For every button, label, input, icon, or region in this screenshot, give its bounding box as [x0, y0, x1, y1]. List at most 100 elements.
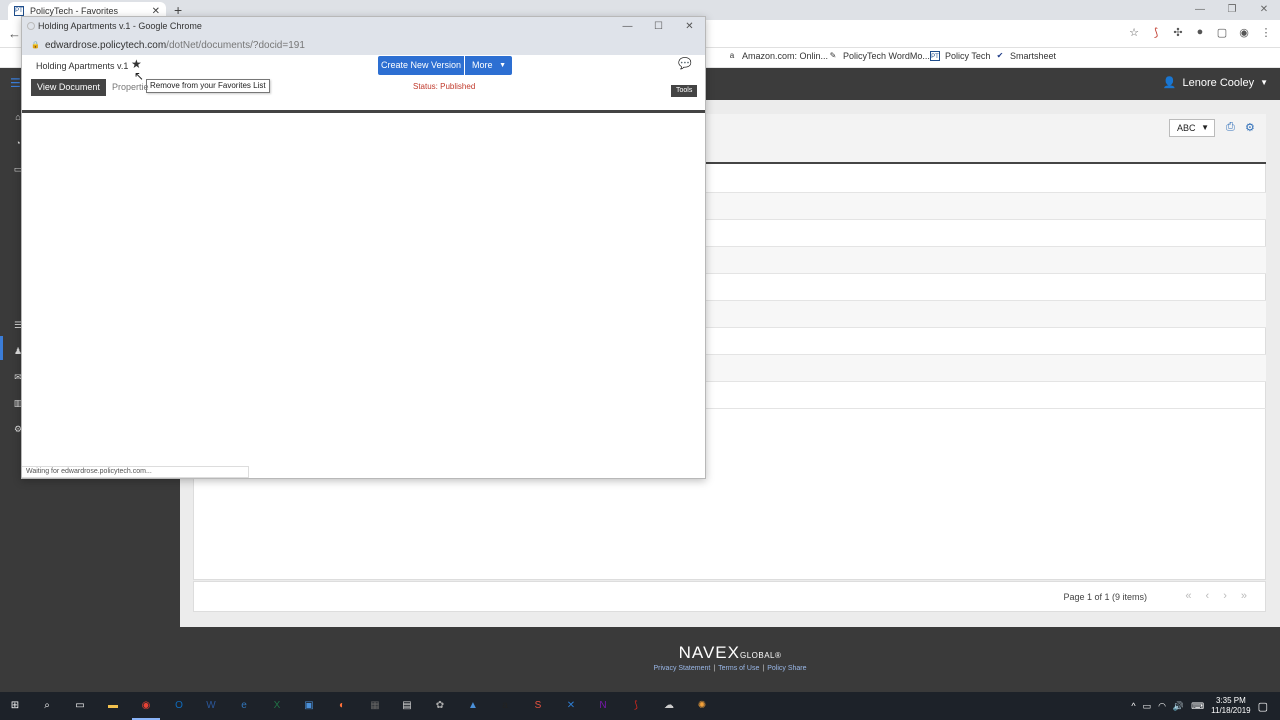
popup-address-bar[interactable]: 🔒 edwardrose.policytech.com/dotNet/docum… — [22, 37, 705, 55]
popup-titlebar: Holding Apartments v.1 - Google Chrome —… — [22, 17, 705, 37]
bookmark-label: Amazon.com: Onlin... — [742, 51, 829, 61]
outlook-icon[interactable]: O — [171, 698, 187, 714]
chrome-icon[interactable]: ◉ — [138, 698, 154, 714]
tab-title: PolicyTech - Favorites — [30, 6, 119, 16]
search-icon[interactable]: ⌕ — [39, 698, 55, 714]
toolbar-extensions: ☆ ⟆ ✣ ● ▢ ◉ ⋮ — [1128, 26, 1272, 39]
terms-of-use-link[interactable]: Terms of Use — [718, 665, 759, 672]
file-explorer-icon[interactable]: ▬ — [105, 698, 121, 714]
bookmark-policy-tech[interactable]: PT Policy Tech — [930, 51, 990, 61]
bookmark-label: PolicyTech WordMo... — [843, 51, 930, 61]
chevron-up-icon[interactable]: ^ — [1131, 701, 1135, 711]
close-window-icon[interactable]: ✕ — [674, 17, 705, 37]
network-icon[interactable]: ▭ — [1143, 701, 1152, 712]
extension-icon[interactable]: ✣ — [1172, 26, 1184, 39]
lock-icon: 🔒 — [31, 42, 40, 49]
smartsheet-icon: ✔ — [996, 51, 1004, 60]
clock-time: 3:35 PM — [1215, 696, 1246, 705]
back-arrow-icon[interactable]: ← — [8, 26, 21, 41]
user-icon: 👤 — [1162, 77, 1177, 89]
policytech-extension-icon[interactable]: ▢ — [1216, 26, 1228, 39]
amazon-icon: a — [729, 51, 735, 60]
user-menu[interactable]: 👤 Lenore Cooley ▼ — [1162, 76, 1268, 90]
profile-icon[interactable]: ◉ — [1238, 26, 1250, 39]
uploader-icon[interactable]: ▲ — [465, 698, 481, 714]
chevron-down-icon: ▼ — [1260, 78, 1268, 87]
wordmo-icon: ✎ — [829, 51, 837, 60]
tab-view-document[interactable]: View Document — [31, 79, 106, 96]
x-app-icon[interactable]: ✕ — [563, 698, 579, 714]
sort-select-value: ABC — [1177, 123, 1196, 133]
excel-icon[interactable]: X — [269, 698, 285, 714]
sun-app-icon[interactable]: ✺ — [694, 698, 710, 714]
nav-active-marker — [0, 336, 3, 360]
policytech-favicon-icon: PT — [14, 6, 24, 16]
cloud-icon[interactable]: ☁ — [661, 698, 677, 714]
word-icon[interactable]: W — [203, 698, 219, 714]
first-page-button[interactable]: « — [1185, 590, 1191, 602]
bookmark-smartsheet[interactable]: ✔ Smartsheet — [995, 51, 1056, 61]
maximize-icon[interactable]: ☐ — [643, 17, 674, 37]
firefox-icon[interactable]: ◐ — [334, 698, 350, 714]
notifications-icon[interactable]: ▢ — [1258, 700, 1268, 713]
policytech-icon: PT — [930, 51, 940, 61]
pager-text: Page 1 of 1 (9 items) — [1063, 592, 1147, 602]
minimize-icon[interactable]: — — [1184, 0, 1216, 20]
tools-button[interactable]: Tools — [671, 85, 698, 97]
print-icon[interactable]: ⎙ — [1226, 121, 1235, 134]
create-new-version-button[interactable]: Create New Version — [378, 56, 464, 75]
restore-icon[interactable]: ❐ — [1216, 0, 1248, 20]
tab-properties[interactable]: Propertie — [107, 79, 154, 96]
policy-share-link[interactable]: Policy Share — [767, 665, 806, 672]
browser-menu-icon[interactable]: ⋮ — [1260, 26, 1272, 39]
pager-buttons: « ‹ › » — [1185, 590, 1247, 602]
remote-icon[interactable]: ▣ — [301, 698, 317, 714]
privacy-statement-link[interactable]: Privacy Statement — [654, 665, 711, 672]
notepad-icon[interactable]: ▤ — [399, 698, 415, 714]
window-controls: — ❐ ✕ — [1184, 0, 1280, 20]
bookmark-policytech-wordmo[interactable]: ✎ PolicyTech WordMo... — [828, 51, 930, 61]
logo-mark: ® — [774, 651, 782, 660]
document-title: Holding Apartments v.1 — [36, 61, 129, 71]
volume-icon[interactable]: 🔊 — [1173, 701, 1184, 712]
wifi-icon[interactable]: ◠ — [1158, 701, 1166, 712]
close-window-icon[interactable]: ✕ — [1248, 0, 1280, 20]
popup-status-bar: Waiting for edwardrose.policytech.com... — [22, 466, 249, 478]
amazon-icon[interactable]: a — [497, 698, 513, 714]
acrobat-icon[interactable]: ⟆ — [628, 698, 644, 714]
sort-select[interactable]: ABC ▼ — [1169, 119, 1215, 137]
url-host: edwardrose.policytech.com — [45, 40, 167, 51]
navex-logo: NAVEXGLOBAL® — [180, 643, 1280, 663]
tab-close-icon[interactable]: ✕ — [152, 6, 160, 17]
snagit-icon[interactable]: S — [530, 698, 546, 714]
edge-icon[interactable]: e — [236, 698, 252, 714]
next-page-button[interactable]: › — [1223, 590, 1227, 602]
last-page-button[interactable]: » — [1241, 590, 1247, 602]
bookmark-star-icon[interactable]: ☆ — [1128, 26, 1140, 39]
tools-icon[interactable]: ✿ — [432, 698, 448, 714]
chevron-down-icon: ▼ — [1201, 123, 1209, 132]
logo-main: NAVEX — [678, 643, 740, 662]
bookmark-amazon[interactable]: a Amazon.com: Onlin... — [727, 51, 828, 61]
task-view-icon[interactable]: ▭ — [72, 698, 88, 714]
hamburger-menu-icon[interactable]: ☰ — [10, 76, 21, 90]
bookmark-label: Smartsheet — [1010, 51, 1057, 61]
calculator-icon[interactable]: ▦ — [367, 698, 383, 714]
prev-page-button[interactable]: ‹ — [1206, 590, 1210, 602]
onenote-icon[interactable]: N — [595, 698, 611, 714]
more-button[interactable]: More ▼ — [465, 56, 512, 75]
windows-taskbar: ^ ▭ ◠ 🔊 ⌨ 3:35 PM 11/18/2019 ▢ ⊞ ⌕ ▭ ▬ ◉ O We X… — [0, 692, 1280, 720]
document-header: Holding Apartments v.1 ★ ↖ Remove from y… — [22, 55, 705, 113]
settings-gear-icon[interactable]: ⚙ — [1245, 121, 1255, 134]
popup-url: edwardrose.policytech.com/dotNet/documen… — [45, 40, 305, 51]
start-icon[interactable]: ⊞ — [7, 698, 23, 714]
clock[interactable]: 3:35 PM 11/18/2019 — [1211, 696, 1250, 716]
popup-favicon-icon — [27, 22, 35, 30]
keyboard-icon[interactable]: ⌨ — [1191, 701, 1204, 712]
extension-circle-icon[interactable]: ● — [1194, 26, 1206, 39]
acrobat-extension-icon[interactable]: ⟆ — [1150, 26, 1162, 39]
pager-bar: Page 1 of 1 (9 items) « ‹ › » — [193, 581, 1266, 612]
user-name: Lenore Cooley — [1182, 76, 1255, 89]
comment-icon[interactable]: 💬 — [678, 57, 692, 70]
minimize-icon[interactable]: — — [612, 17, 643, 37]
